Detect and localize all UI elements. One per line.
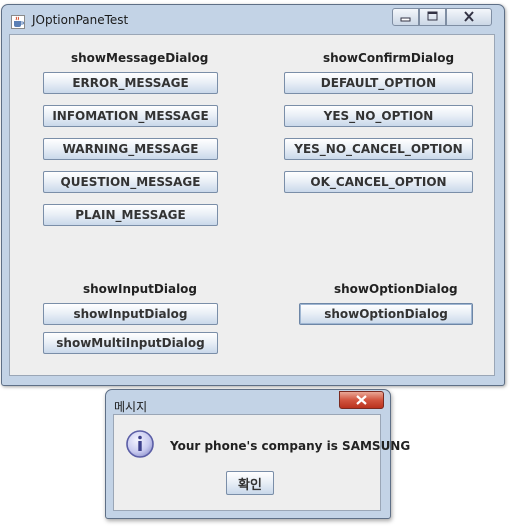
java-cup-icon — [11, 14, 25, 29]
ok-cancel-option-button[interactable]: OK_CANCEL_OPTION — [284, 171, 473, 193]
warning-message-button[interactable]: WARNING_MESSAGE — [43, 138, 218, 160]
yes-no-cancel-option-button[interactable]: YES_NO_CANCEL_OPTION — [284, 138, 473, 160]
information-icon — [124, 428, 156, 460]
dialog-content: Your phone's company is SAMSUNG 확인 — [113, 414, 410, 511]
confirm-section-label: showConfirmDialog — [323, 51, 455, 65]
question-message-button[interactable]: QUESTION_MESSAGE — [43, 171, 218, 193]
show-multi-input-dialog-button[interactable]: showMultiInputDialog — [43, 332, 218, 354]
title-bar[interactable]: JOptionPaneTest — [2, 5, 504, 33]
close-icon — [464, 11, 474, 22]
error-message-button[interactable]: ERROR_MESSAGE — [43, 72, 218, 94]
show-option-dialog-button[interactable]: showOptionDialog — [299, 303, 473, 325]
maximize-icon — [427, 11, 438, 21]
dialog-title: 메시지 — [114, 400, 148, 414]
message-dialog: 메시지 Your phone's company is SAMSUNG 확인 — [105, 389, 410, 519]
show-input-dialog-button[interactable]: showInputDialog — [43, 303, 218, 325]
plain-message-button[interactable]: PLAIN_MESSAGE — [43, 204, 218, 226]
yes-no-option-button[interactable]: YES_NO_OPTION — [284, 105, 473, 127]
ok-button[interactable]: 확인 — [226, 471, 274, 495]
information-message-button[interactable]: INFOMATION_MESSAGE — [43, 105, 218, 127]
dialog-message: Your phone's company is SAMSUNG — [170, 439, 411, 453]
option-section-label: showOptionDialog — [334, 282, 458, 296]
dialog-close-button[interactable] — [339, 391, 384, 409]
default-option-button[interactable]: DEFAULT_OPTION — [284, 72, 473, 94]
maximize-button[interactable] — [419, 8, 446, 26]
input-section-label: showInputDialog — [83, 282, 198, 296]
message-section-label: showMessageDialog — [71, 51, 209, 65]
close-button[interactable] — [446, 8, 492, 26]
close-icon — [356, 395, 367, 405]
window-title: JOptionPaneTest — [32, 13, 129, 27]
content-pane: showMessageDialog ERROR_MESSAGE INFOMATI… — [9, 34, 495, 376]
minimize-button[interactable] — [392, 8, 419, 26]
main-window: JOptionPaneTest showMessageDialog ERROR_… — [1, 4, 505, 386]
minimize-icon — [400, 17, 411, 22]
